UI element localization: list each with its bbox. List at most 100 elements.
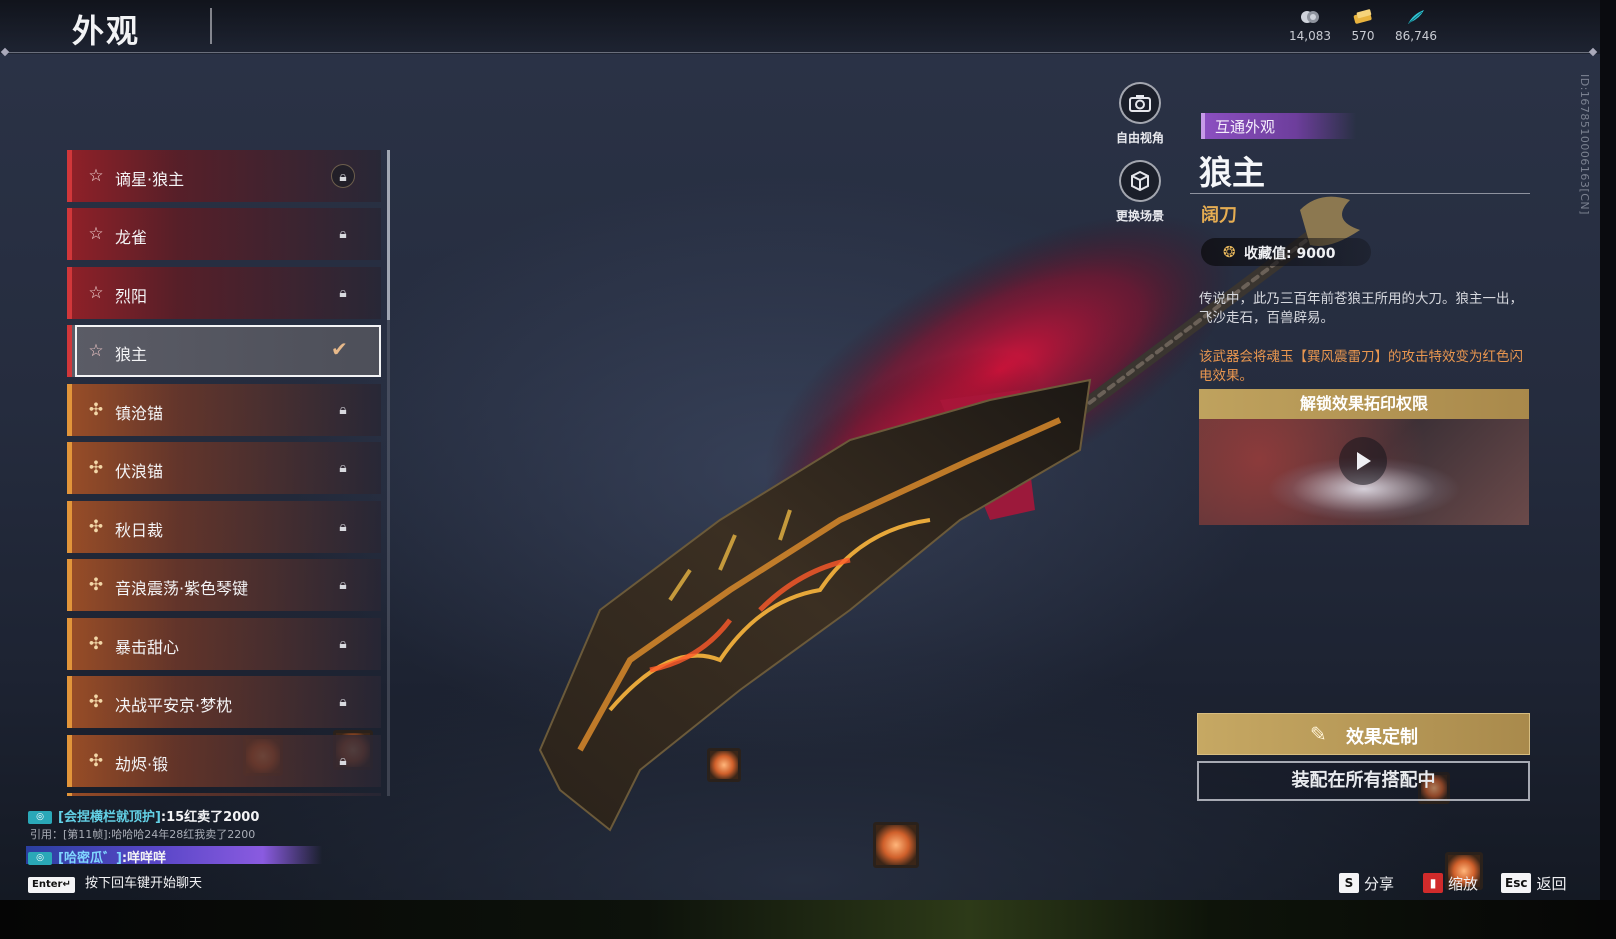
tag-label: 互通外观 — [1215, 118, 1276, 136]
chat-sender[interactable]: [哈密瓜゛] — [58, 851, 122, 866]
lock-icon: 🔒︎ — [339, 226, 347, 242]
zoom-label: 缩放 — [1448, 874, 1479, 893]
chat-message: ◎ [哈密瓜゛]:咩咩咩 — [28, 847, 166, 866]
chat-channel-icon: ◎ — [28, 852, 52, 865]
rarity-bar — [67, 501, 72, 553]
skin-name: 龙雀 — [115, 228, 148, 247]
skin-name: 暴击甜心 — [115, 638, 180, 657]
skin-name: 决战平安京·梦枕 — [115, 696, 233, 715]
chat-message: ◎ [会捏横栏就顶护]:15红卖了2000 — [28, 806, 259, 825]
rarity-bar — [67, 150, 72, 202]
brush-icon: ✎ — [1310, 722, 1327, 746]
key-esc: Esc — [1501, 873, 1532, 893]
list-scrollbar[interactable] — [387, 150, 390, 796]
currency-ticket-value: 570 — [1351, 29, 1375, 43]
weapon-type: 阔刀 — [1201, 205, 1237, 226]
skin-item[interactable]: ✣ 秋日裁 🔒︎ — [67, 501, 381, 553]
unlock-effect-header: 解锁效果拓印权限 — [1199, 389, 1529, 419]
gold-ticket-icon — [1333, 8, 1393, 28]
share-label: 分享 — [1364, 874, 1395, 893]
chat-quote: 引用：[第11帧]:哈哈哈24年28红我卖了2200 — [30, 826, 255, 842]
skin-item[interactable]: ✣ 劫烬·锻 🔒︎ — [67, 735, 381, 787]
skin-item[interactable]: ✣ 音浪震荡·紫色琴键 🔒︎ — [67, 559, 381, 611]
rarity-bar — [67, 325, 72, 377]
skin-item-partial[interactable] — [67, 793, 381, 796]
customize-effect-button[interactable]: ✎ 效果定制 — [1197, 713, 1530, 755]
effect-preview-video[interactable] — [1199, 419, 1529, 525]
rarity-bar — [67, 618, 72, 670]
collection-value: ❂ 收藏值: 9000 — [1201, 238, 1371, 266]
mouse-icon: ▮ — [1423, 873, 1443, 893]
cross-platform-tag: 互通外观 — [1201, 113, 1356, 139]
item-title: 狼主 — [1199, 153, 1265, 192]
currency-feather-value: 86,746 — [1395, 29, 1437, 43]
currency-ticket: 570 — [1333, 8, 1393, 43]
page-title: 外观 — [72, 12, 141, 50]
skin-list: ☆ 谪星·狼主 🔒︎ ☆ 龙雀 🔒︎ ☆ 烈阳 🔒︎ ☆ 狼主 ✔ ✣ 镇沧锚 — [67, 150, 383, 796]
skin-item[interactable]: ☆ 龙雀 🔒︎ — [67, 208, 381, 260]
equip-all-label: 装配在所有搭配中 — [1291, 770, 1436, 791]
chat-channel-icon: ◎ — [28, 811, 52, 824]
play-icon[interactable] — [1339, 437, 1387, 485]
skin-name: 伏浪锚 — [115, 462, 164, 481]
cube-icon — [1119, 160, 1161, 202]
cross-star-icon: ✣ — [88, 634, 104, 654]
cross-star-icon: ✣ — [88, 517, 104, 537]
cross-star-icon: ✣ — [88, 751, 104, 771]
rarity-bar — [67, 735, 72, 787]
skin-item[interactable]: ☆ 烈阳 🔒︎ — [67, 267, 381, 319]
chat-text: :15红卖了2000 — [160, 810, 260, 825]
change-scene-button[interactable]: 更换场景 — [1110, 160, 1170, 224]
rarity-bar — [67, 267, 72, 319]
lock-icon: 🔒︎ — [339, 460, 347, 476]
skin-item-selected[interactable]: ☆ 狼主 ✔ — [67, 325, 381, 377]
free-view-button[interactable]: 自由视角 — [1110, 82, 1170, 146]
title-divider — [1190, 193, 1530, 194]
equip-all-button[interactable]: 装配在所有搭配中 — [1197, 761, 1530, 801]
chat-sender[interactable]: [会捏横栏就顶护] — [58, 810, 161, 825]
back-label: 返回 — [1536, 874, 1567, 893]
session-id: ID:1678510006163[CN] — [1578, 74, 1591, 215]
free-view-label: 自由视角 — [1115, 131, 1164, 145]
scrollbar-thumb[interactable] — [387, 150, 390, 320]
share-hint[interactable]: S 分享 — [1339, 872, 1394, 894]
cross-star-icon: ✣ — [88, 400, 104, 420]
chat-quote-text: 引用：[第11帧]:哈哈哈24年28红我卖了2200 — [30, 828, 256, 841]
skin-item[interactable]: ✣ 镇沧锚 🔒︎ — [67, 384, 381, 436]
floating-lantern — [873, 822, 919, 868]
skin-item[interactable]: ✣ 暴击甜心 🔒︎ — [67, 618, 381, 670]
top-divider — [4, 52, 1594, 53]
rarity-bar — [67, 676, 72, 728]
rarity-bar — [67, 559, 72, 611]
cyan-feather-icon — [1386, 8, 1446, 28]
skin-name: 烈阳 — [115, 287, 148, 306]
skin-item[interactable]: ✣ 决战平安京·梦枕 🔒︎ — [67, 676, 381, 728]
skin-name: 狼主 — [115, 345, 148, 364]
lock-icon: 🔒︎ — [339, 285, 347, 301]
currency-moon: 14,083 — [1280, 8, 1340, 43]
currency-feather: 86,746 — [1386, 8, 1446, 43]
desktop-strip — [0, 900, 1616, 939]
collection-icon: ❂ — [1223, 243, 1236, 261]
zoom-hint[interactable]: ▮ 缩放 — [1423, 872, 1478, 894]
lock-icon: 🔒︎ — [339, 577, 347, 593]
key-s: S — [1339, 873, 1359, 893]
skin-item[interactable]: ☆ 谪星·狼主 🔒︎ — [67, 150, 381, 202]
skin-name: 劫烬·锻 — [115, 755, 169, 774]
lock-icon: 🔒︎ — [339, 636, 347, 652]
enter-key-icon: Enter↵ — [28, 877, 75, 893]
star-icon: ☆ — [88, 166, 104, 186]
star-icon: ☆ — [88, 283, 104, 303]
lock-icon: 🔒︎ — [339, 519, 347, 535]
customize-effect-label: 效果定制 — [1346, 727, 1418, 748]
cross-star-icon: ✣ — [88, 458, 104, 478]
skin-name: 谪星·狼主 — [115, 170, 185, 189]
lock-icon: 🔒︎ — [339, 402, 347, 418]
back-hint[interactable]: Esc 返回 — [1501, 872, 1566, 894]
star-icon: ☆ — [88, 341, 104, 361]
rarity-bar — [67, 208, 72, 260]
check-icon: ✔ — [331, 337, 348, 361]
rarity-bar — [67, 442, 72, 494]
chat-input-hint[interactable]: Enter↵ 按下回车键开始聊天 — [28, 872, 202, 893]
skin-item[interactable]: ✣ 伏浪锚 🔒︎ — [67, 442, 381, 494]
